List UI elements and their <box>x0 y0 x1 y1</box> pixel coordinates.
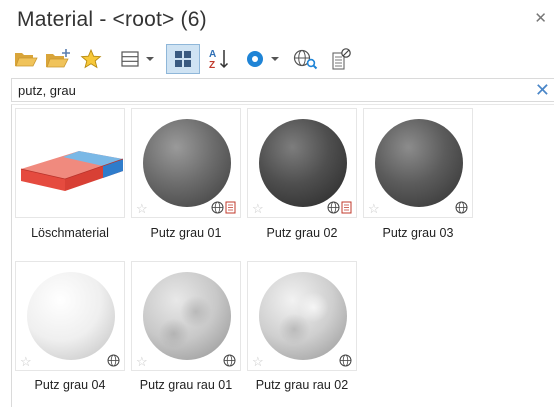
document-icon <box>341 201 352 214</box>
web-search-icon[interactable] <box>290 44 320 74</box>
search-input[interactable]: putz, grau <box>18 83 76 98</box>
material-label[interactable]: Putz grau 02 <box>242 226 362 240</box>
material-preview-sphere <box>375 119 463 207</box>
favorite-star-icon[interactable]: ☆ <box>136 202 148 215</box>
dropdown-arrow-icon[interactable] <box>143 44 157 74</box>
favorite-star-icon[interactable]: ☆ <box>20 355 32 368</box>
favorites-star-icon[interactable] <box>78 44 104 74</box>
globe-icon <box>339 354 352 367</box>
material-tile[interactable]: ☆ <box>131 261 241 371</box>
material-preview-sphere <box>259 272 347 360</box>
material-label[interactable]: Putz grau 01 <box>126 226 246 240</box>
list-view-icon[interactable] <box>118 44 142 74</box>
library-settings-icon[interactable] <box>328 44 354 74</box>
search-bar: putz, grau ✕ <box>11 78 554 102</box>
favorite-star-icon[interactable]: ☆ <box>136 355 148 368</box>
panel-title: Material - <root> (6) <box>17 8 207 31</box>
material-tile[interactable]: ☆ <box>363 108 473 218</box>
globe-icon <box>455 201 468 214</box>
material-tile[interactable] <box>15 108 125 218</box>
material-tile[interactable]: ☆ <box>247 261 357 371</box>
close-icon[interactable]: ✕ <box>534 11 547 26</box>
eraser-icon <box>20 151 123 191</box>
favorite-star-icon[interactable]: ☆ <box>252 202 264 215</box>
material-tile[interactable]: ☆ <box>247 108 357 218</box>
material-preview-sphere <box>143 272 231 360</box>
material-tile[interactable]: ☆ <box>131 108 241 218</box>
globe-icon <box>211 201 224 214</box>
svg-text:Z: Z <box>209 60 215 71</box>
large-icons-view-icon[interactable] <box>166 44 200 74</box>
folder-add-icon[interactable] <box>44 44 74 74</box>
material-label[interactable]: Putz grau 04 <box>10 378 130 392</box>
favorite-star-icon[interactable]: ☆ <box>368 202 380 215</box>
material-label[interactable]: Putz grau 03 <box>358 226 478 240</box>
globe-icon <box>327 201 340 214</box>
globe-icon <box>107 354 120 367</box>
svg-text:A: A <box>209 49 216 60</box>
material-label[interactable]: Putz grau rau 02 <box>242 378 362 392</box>
globe-icon <box>223 354 236 367</box>
material-preview-sphere <box>143 119 231 207</box>
dropdown-arrow-icon[interactable] <box>268 44 282 74</box>
material-label[interactable]: Löschmaterial <box>10 226 130 240</box>
material-grid: Löschmaterial ☆ Putz grau 01 ☆ Putz grau… <box>11 104 554 407</box>
render-preview-icon[interactable] <box>243 44 267 74</box>
favorite-star-icon[interactable]: ☆ <box>252 355 264 368</box>
document-icon <box>225 201 236 214</box>
sort-az-icon[interactable]: A Z <box>205 44 233 74</box>
toolbar: A Z <box>0 42 554 76</box>
material-preview-sphere <box>27 272 115 360</box>
material-label[interactable]: Putz grau rau 01 <box>126 378 246 392</box>
clear-search-icon[interactable]: ✕ <box>535 80 550 100</box>
panel-titlebar: Material - <root> (6) ✕ <box>0 0 554 40</box>
material-preview-sphere <box>259 119 347 207</box>
folder-open-icon[interactable] <box>12 44 40 74</box>
material-tile[interactable]: ☆ <box>15 261 125 371</box>
